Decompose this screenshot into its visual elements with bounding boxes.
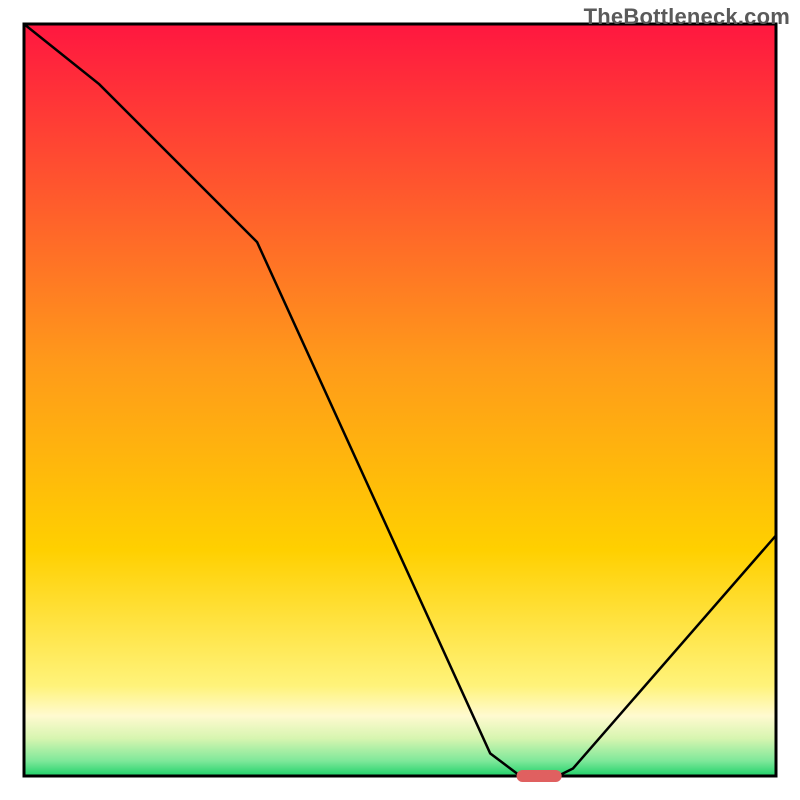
optimal-marker [517, 770, 562, 782]
bottleneck-chart [0, 0, 800, 800]
chart-container: TheBottleneck.com [0, 0, 800, 800]
watermark-text: TheBottleneck.com [584, 4, 790, 30]
